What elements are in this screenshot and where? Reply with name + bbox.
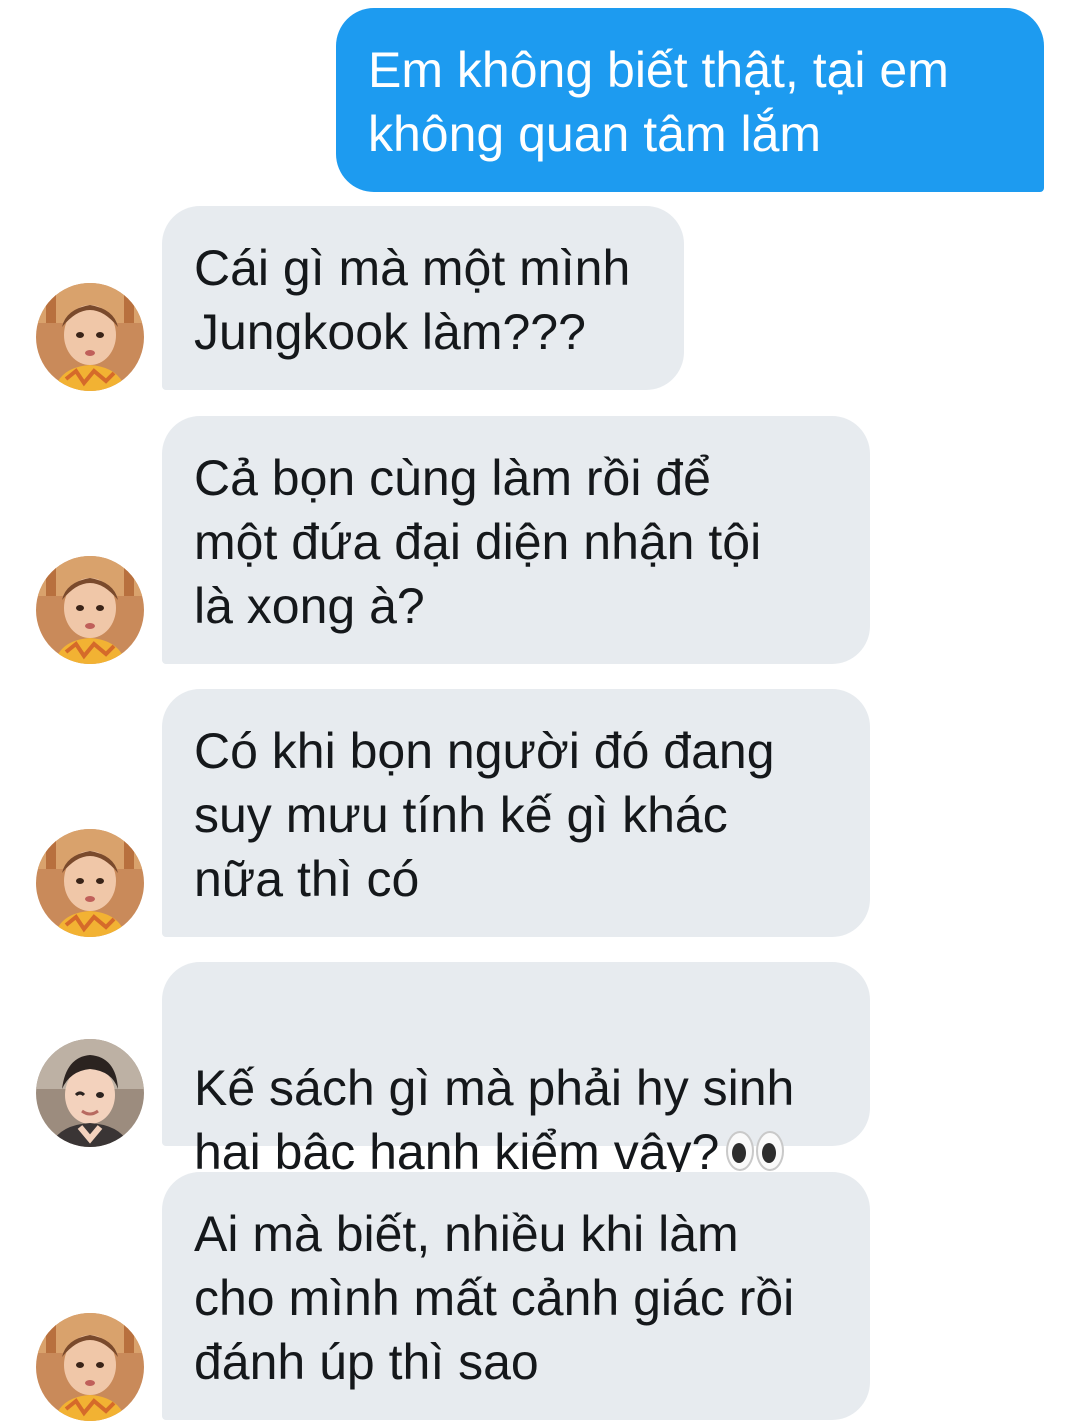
contact-avatar[interactable] [36,556,144,664]
message-text: Kế sách gì mà phải hy sinh hai bậc hạnh … [194,1060,795,1180]
incoming-message-bubble[interactable]: Cái gì mà một mình Jungkook làm??? [162,206,684,390]
contact-avatar[interactable] [36,1039,144,1147]
incoming-message-bubble[interactable]: Ai mà biết, nhiều khi làm cho mình mất c… [162,1172,870,1420]
incoming-message-bubble[interactable]: Có khi bọn người đó đang suy mưu tính kế… [162,689,870,937]
incoming-message-bubble[interactable]: Kế sách gì mà phải hy sinh hai bậc hạnh … [162,962,870,1180]
outgoing-message-bubble[interactable]: Em không biết thật, tại em không quan tâ… [336,8,1044,192]
avatar-a-image [36,556,144,664]
avatar-b-image [36,1039,144,1147]
contact-avatar[interactable] [36,829,144,937]
avatar-a-image [36,283,144,391]
contact-avatar[interactable] [36,1313,144,1421]
incoming-message-bubble[interactable]: Cả bọn cùng làm rồi để một đứa đại diện … [162,416,870,664]
avatar-a-image [36,1313,144,1421]
contact-avatar[interactable] [36,283,144,391]
avatar-a-image [36,829,144,937]
